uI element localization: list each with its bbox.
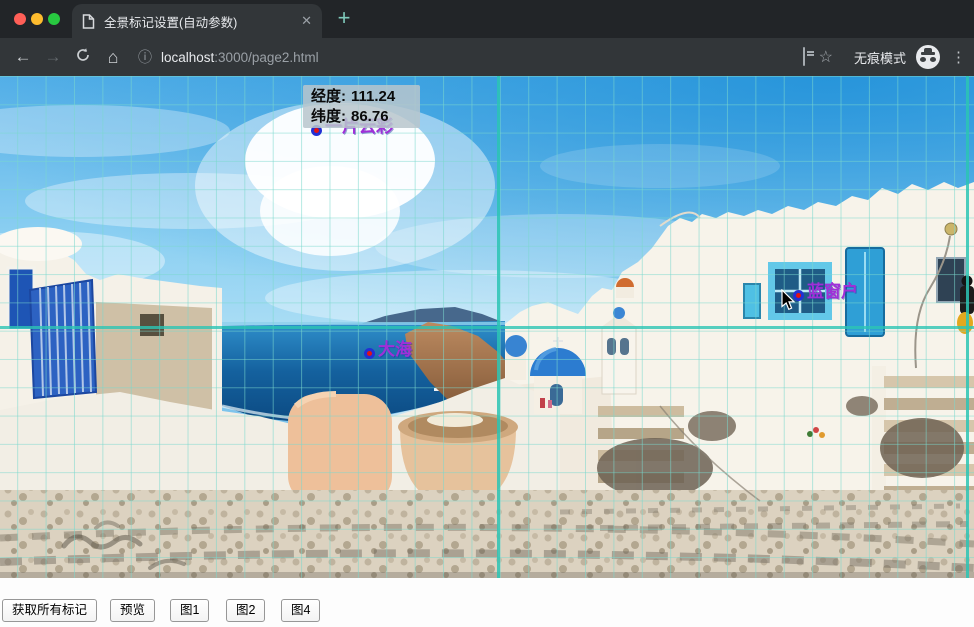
minimize-window-button[interactable] — [31, 13, 43, 25]
translate-icon[interactable] — [803, 48, 805, 66]
dark-window — [140, 314, 164, 336]
image4-button[interactable]: 图4 — [281, 599, 320, 622]
tab-close-icon[interactable]: ✕ — [301, 13, 312, 29]
home-icon[interactable]: ⌂ — [98, 47, 128, 68]
longitude-value: 111.24 — [351, 87, 395, 107]
marker-sea[interactable]: 大海 — [364, 340, 412, 359]
url-path: :3000/page2.html — [214, 50, 318, 65]
bookmark-star-icon[interactable]: ☆ — [819, 47, 833, 67]
close-window-button[interactable] — [14, 13, 26, 25]
forward-icon[interactable]: → — [38, 47, 68, 67]
browser-window: 全景标记设置(自动参数) ✕ + ← → ⌂ ⓘ localhost:3000/… — [0, 0, 974, 627]
blue-gate — [30, 280, 96, 398]
toolbar-right: ☆ 无痕模式 ⋮ — [796, 45, 966, 69]
tab-strip: 全景标记设置(自动参数) ✕ + — [0, 0, 974, 38]
panorama-viewer[interactable]: 一片云彩 大海 蓝窗户 经度:111.24 纬度:86.76 — [0, 76, 974, 578]
new-tab-button[interactable]: + — [331, 5, 357, 31]
marker-dot[interactable] — [364, 348, 375, 359]
image2-button[interactable]: 图2 — [226, 599, 265, 622]
reload-icon[interactable] — [68, 47, 98, 68]
coordinates-tooltip: 经度:111.24 纬度:86.76 — [303, 85, 420, 128]
page-info-icon[interactable]: ⓘ — [138, 47, 152, 67]
marker-blue-window[interactable]: 蓝窗户 — [793, 282, 858, 301]
menu-dots-icon[interactable]: ⋮ — [951, 48, 966, 66]
marker-dot[interactable] — [793, 290, 804, 301]
get-all-markers-button[interactable]: 获取所有标记 — [2, 599, 97, 622]
back-icon[interactable]: ← — [8, 47, 38, 67]
url-host: localhost — [161, 50, 214, 65]
incognito-icon — [916, 45, 940, 69]
panorama-photo — [0, 76, 974, 578]
image1-button[interactable]: 图1 — [170, 599, 209, 622]
url-text: localhost:3000/page2.html — [161, 50, 319, 65]
page-icon — [82, 14, 95, 29]
controls-footer: 获取所有标记 预览 图1 图2 图4 — [0, 578, 974, 627]
marker-label: 蓝窗户 — [807, 282, 858, 301]
browser-toolbar: ← → ⌂ ⓘ localhost:3000/page2.html ☆ 无痕模式… — [0, 38, 974, 76]
tab-active[interactable]: 全景标记设置(自动参数) ✕ — [72, 4, 322, 38]
zoom-window-button[interactable] — [48, 13, 60, 25]
preview-button[interactable]: 预览 — [110, 599, 155, 622]
address-bar[interactable]: ⓘ localhost:3000/page2.html — [138, 47, 796, 67]
latitude-label: 纬度: — [311, 107, 346, 127]
marker-label: 大海 — [378, 340, 412, 359]
latitude-value: 86.76 — [351, 107, 389, 127]
incognito-label: 无痕模式 — [854, 48, 906, 67]
longitude-label: 经度: — [311, 87, 346, 107]
tab-title: 全景标记设置(自动参数) — [104, 12, 293, 31]
